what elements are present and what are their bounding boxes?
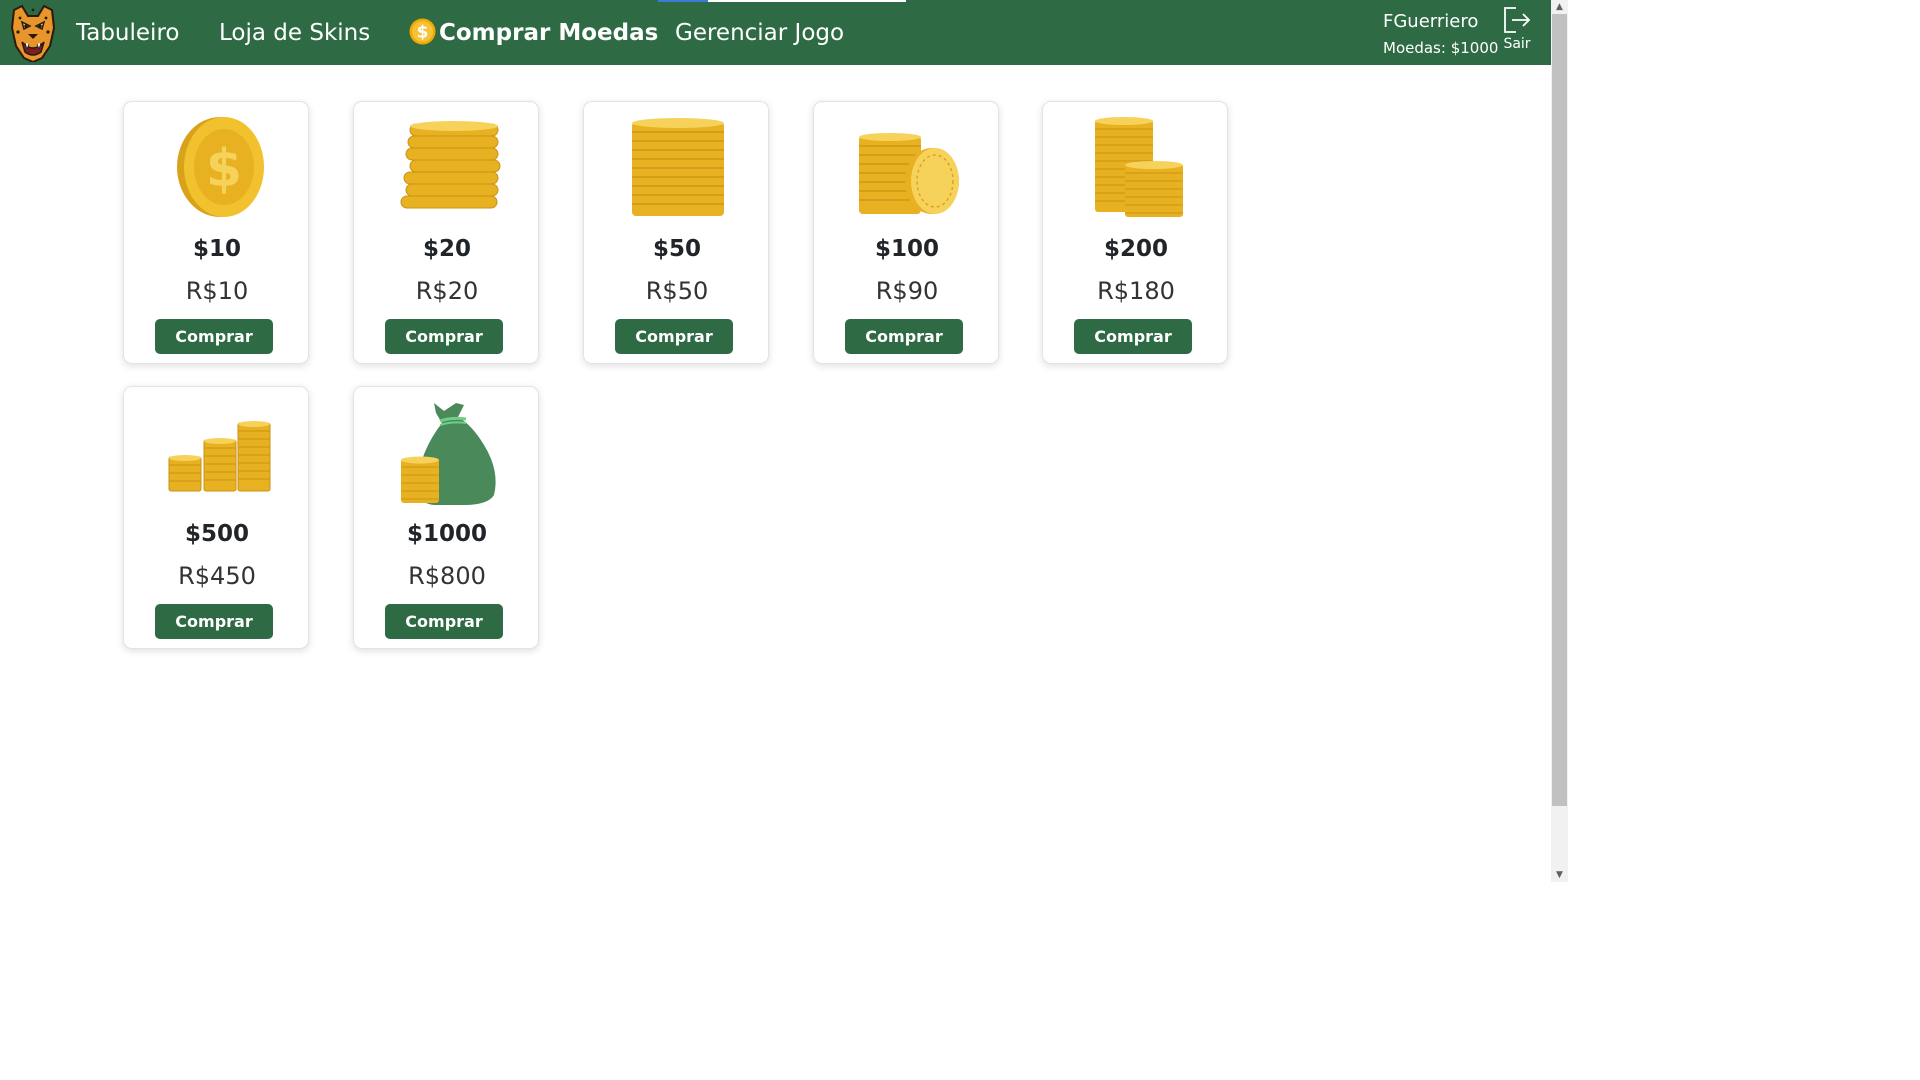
logout-icon bbox=[1504, 7, 1531, 33]
package-amount: $1000 bbox=[406, 521, 488, 547]
coin-balance: Moedas: $1000 bbox=[1383, 39, 1499, 57]
coin-package-card: $100 R$90 Comprar bbox=[813, 101, 999, 364]
coin-stack-with-coin-icon bbox=[814, 110, 1000, 222]
username: FGuerriero bbox=[1383, 11, 1479, 32]
jaguar-logo-icon[interactable] bbox=[8, 2, 58, 64]
package-price: R$90 bbox=[875, 277, 939, 305]
three-coin-stacks-icon bbox=[124, 395, 310, 507]
package-price: R$20 bbox=[415, 277, 479, 305]
money-bag-icon bbox=[354, 395, 540, 507]
buy-button[interactable]: Comprar bbox=[1074, 319, 1192, 354]
double-coin-stack-icon bbox=[1043, 110, 1229, 222]
single-coin-icon: $ bbox=[124, 110, 310, 222]
scroll-up-icon[interactable]: ▲ bbox=[1551, 0, 1568, 14]
coin-package-card: $20 R$20 Comprar bbox=[353, 101, 539, 364]
package-amount: $20 bbox=[422, 236, 471, 262]
buy-button[interactable]: Comprar bbox=[615, 319, 733, 354]
svg-text:$: $ bbox=[417, 23, 429, 43]
buy-button[interactable]: Comprar bbox=[845, 319, 963, 354]
package-amount: $100 bbox=[874, 236, 939, 262]
vertical-scrollbar[interactable]: ▲ ▼ bbox=[1551, 0, 1568, 882]
coin-package-card: $500 R$450 Comprar bbox=[123, 386, 309, 649]
coin-package-card: $ $10 R$10 Comprar bbox=[123, 101, 309, 364]
buy-button[interactable]: Comprar bbox=[155, 604, 273, 639]
top-navbar: Tabuleiro Loja de Skins $ Comprar Moedas… bbox=[0, 0, 1551, 65]
svg-text:$: $ bbox=[206, 139, 242, 199]
coin-package-card: $1000 R$800 Comprar bbox=[353, 386, 539, 649]
nav-link-gerenciar-jogo[interactable]: Gerenciar Jogo bbox=[675, 16, 844, 50]
package-amount: $10 bbox=[192, 236, 241, 262]
scroll-down-icon[interactable]: ▼ bbox=[1551, 868, 1568, 882]
nav-link-tabuleiro[interactable]: Tabuleiro bbox=[76, 16, 179, 50]
package-price: R$180 bbox=[1097, 277, 1175, 305]
tall-coin-stack-icon bbox=[584, 110, 770, 222]
nav-link-label: Gerenciar Jogo bbox=[675, 20, 845, 46]
scrollbar-thumb[interactable] bbox=[1552, 14, 1567, 806]
coin-package-card: $200 R$180 Comprar bbox=[1042, 101, 1228, 364]
nav-link-loja-de-skins[interactable]: Loja de Skins bbox=[219, 16, 370, 50]
package-amount: $50 bbox=[652, 236, 701, 262]
nav-link-label: Tabuleiro bbox=[76, 20, 180, 46]
logout-button[interactable]: Sair bbox=[1500, 6, 1534, 58]
active-tab-indicator bbox=[658, 0, 906, 2]
buy-button[interactable]: Comprar bbox=[385, 319, 503, 354]
nav-link-comprar-moedas[interactable]: $ Comprar Moedas bbox=[409, 16, 658, 50]
coin-package-card: $50 R$50 Comprar bbox=[583, 101, 769, 364]
package-amount: $200 bbox=[1103, 236, 1168, 262]
package-price: R$800 bbox=[408, 562, 486, 590]
nav-link-label: Loja de Skins bbox=[219, 20, 371, 46]
package-amount: $500 bbox=[184, 521, 249, 547]
coin-icon: $ bbox=[409, 18, 436, 45]
logout-label: Sair bbox=[1503, 36, 1531, 52]
package-price: R$10 bbox=[185, 277, 249, 305]
package-price: R$450 bbox=[178, 562, 256, 590]
buy-button[interactable]: Comprar bbox=[155, 319, 273, 354]
coin-stack-icon bbox=[354, 110, 540, 222]
buy-button[interactable]: Comprar bbox=[385, 604, 503, 639]
nav-link-label: Comprar Moedas bbox=[439, 20, 659, 46]
package-price: R$50 bbox=[645, 277, 709, 305]
